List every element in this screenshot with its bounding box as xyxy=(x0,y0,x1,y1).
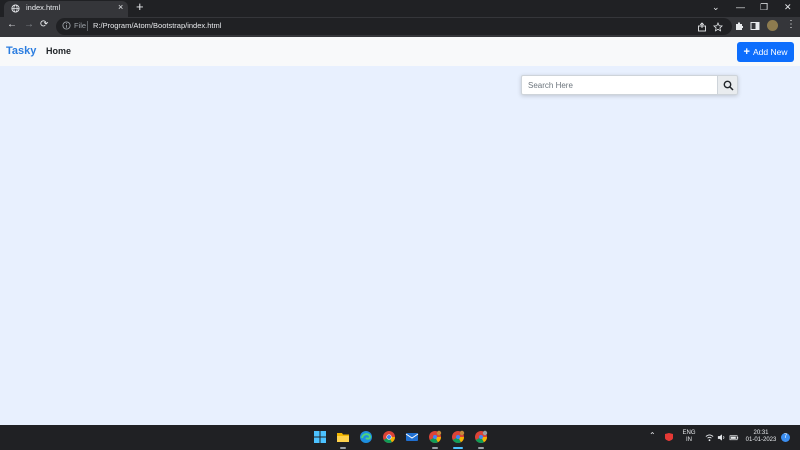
chrome-icon[interactable] xyxy=(382,430,396,444)
search-group xyxy=(521,75,738,95)
clock-date: 01-01-2023 xyxy=(745,437,777,443)
search-button[interactable] xyxy=(717,75,738,95)
edge-icon[interactable] xyxy=(359,430,373,444)
os-taskbar: ⌃ ENG IN 20:31 01-01-2023 xyxy=(0,425,800,450)
side-panel-icon[interactable] xyxy=(750,21,760,31)
taskbar-indicator xyxy=(432,447,438,449)
taskbar-indicator xyxy=(340,447,346,449)
plus-icon: + xyxy=(743,46,750,58)
tab-close-icon[interactable]: × xyxy=(118,2,123,12)
show-hidden-icons-icon[interactable]: ⌃ xyxy=(649,431,656,440)
url-text[interactable]: R:/Program/Atom/Bootstrap/index.html xyxy=(93,21,221,30)
wifi-icon[interactable] xyxy=(705,433,714,442)
taskbar-indicator xyxy=(478,447,484,449)
volume-icon[interactable] xyxy=(717,433,726,442)
new-tab-button[interactable]: + xyxy=(136,0,144,14)
search-input[interactable] xyxy=(521,75,717,95)
brand-logo[interactable]: Tasky xyxy=(6,45,36,57)
file-label: File xyxy=(74,21,87,30)
info-icon[interactable] xyxy=(62,21,71,30)
profile-avatar[interactable] xyxy=(767,20,778,31)
bookmark-star-icon[interactable] xyxy=(713,22,723,32)
chrome-profile-icon[interactable] xyxy=(474,430,488,444)
mail-app-icon[interactable] xyxy=(405,430,419,444)
forward-icon[interactable]: → xyxy=(24,19,34,30)
add-new-button[interactable]: + Add New xyxy=(737,42,794,62)
share-icon[interactable] xyxy=(697,22,707,32)
taskbar-active-indicator xyxy=(453,447,463,449)
chrome-profile-icon[interactable] xyxy=(428,430,442,444)
region-code: IN xyxy=(686,437,692,443)
globe-icon xyxy=(11,4,20,13)
window-close-icon[interactable]: ✕ xyxy=(784,2,792,13)
page-navbar: Tasky Home + Add New xyxy=(0,37,800,66)
search-icon xyxy=(723,80,734,91)
restore-icon[interactable]: ❐ xyxy=(760,2,768,13)
antivirus-icon[interactable] xyxy=(664,432,674,442)
chrome-profile-icon[interactable] xyxy=(451,430,465,444)
address-bar[interactable]: File R:/Program/Atom/Bootstrap/index.htm… xyxy=(56,18,732,35)
tab-search-icon[interactable]: ⌄ xyxy=(712,2,720,13)
notification-badge[interactable]: 7 xyxy=(781,433,790,442)
minimize-icon[interactable]: — xyxy=(736,2,745,12)
clock-time: 20:31 xyxy=(753,430,769,436)
language-code: ENG xyxy=(682,430,696,436)
battery-icon[interactable] xyxy=(729,433,739,442)
language-indicator[interactable]: ENG IN xyxy=(682,430,696,444)
reload-icon[interactable]: ⟳ xyxy=(40,19,48,30)
back-icon[interactable]: ← xyxy=(7,19,17,30)
file-explorer-icon[interactable] xyxy=(336,430,350,444)
browser-menu-icon[interactable]: ⋮ xyxy=(786,19,796,30)
windows-start-icon[interactable] xyxy=(313,430,327,444)
add-new-label: Add New xyxy=(752,47,788,57)
extensions-icon[interactable] xyxy=(734,21,744,31)
browser-tab[interactable]: index.html × xyxy=(4,1,128,17)
browser-tab-strip: index.html × + ⌄ — ❐ ✕ xyxy=(0,0,800,17)
tab-title: index.html xyxy=(26,3,61,12)
address-divider xyxy=(87,21,88,31)
clock[interactable]: 20:31 01-01-2023 xyxy=(744,430,778,444)
nav-home-link[interactable]: Home xyxy=(46,46,71,56)
browser-toolbar: ← → ⟳ File R:/Program/Atom/Bootstrap/ind… xyxy=(0,17,800,37)
